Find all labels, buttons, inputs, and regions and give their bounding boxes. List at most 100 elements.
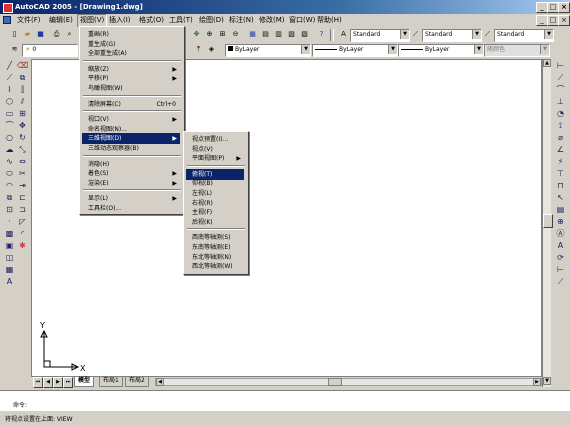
center-mark-icon[interactable]: ⊕ bbox=[555, 216, 566, 227]
diameter-dim-icon[interactable]: ⌀ bbox=[555, 132, 566, 143]
command-line[interactable]: 命令: bbox=[0, 390, 570, 410]
chamfer-icon[interactable]: ◸ bbox=[17, 216, 28, 227]
design-center-icon[interactable]: ▤ bbox=[259, 28, 272, 41]
hscroll-thumb[interactable] bbox=[328, 378, 342, 386]
leader-icon[interactable]: ↖ bbox=[555, 192, 566, 203]
layer-select[interactable]: ☀ 0 bbox=[22, 44, 78, 57]
menu-file[interactable]: 文件(F) bbox=[15, 14, 43, 26]
make-current-icon[interactable]: ⤒ bbox=[192, 43, 205, 56]
linear-dim-icon[interactable]: ⊢ bbox=[555, 60, 566, 71]
linetype-select[interactable]: ByLayer ▼ bbox=[312, 44, 398, 57]
revision-cloud-icon[interactable]: ☁ bbox=[4, 144, 15, 155]
prev-tab-icon[interactable]: ◀ bbox=[43, 377, 53, 388]
sheet-set-icon[interactable]: ▧ bbox=[285, 28, 298, 41]
menu-modify[interactable]: 修改(M) bbox=[257, 14, 287, 26]
dim-style-icon[interactable]: ⟋ bbox=[409, 28, 422, 41]
view3d-menu-item[interactable]: 平面视图(P) ▶ bbox=[186, 153, 244, 164]
scroll-up-icon[interactable]: ▲ bbox=[543, 59, 551, 67]
layer-manager-icon[interactable]: ≋ bbox=[8, 43, 21, 56]
markup-icon[interactable]: ▨ bbox=[298, 28, 311, 41]
properties-icon[interactable]: ▦ bbox=[246, 28, 259, 41]
insert-block-icon[interactable]: ⧉ bbox=[4, 192, 15, 203]
tab-model[interactable]: 模型 bbox=[74, 377, 95, 387]
tab-layout1[interactable]: 布局1 bbox=[99, 377, 123, 387]
document-icon[interactable] bbox=[3, 16, 11, 24]
break-icon[interactable]: ⊏ bbox=[17, 192, 28, 203]
view-menu-item[interactable]: 三维动态观察器(B) bbox=[82, 143, 180, 154]
spline-icon[interactable]: ∿ bbox=[4, 156, 15, 167]
view-menu-item[interactable]: 渲染(E) ▶ bbox=[82, 178, 180, 189]
dim-text-edit-icon[interactable]: A bbox=[555, 240, 566, 251]
zoom-window-icon[interactable]: ⊞ bbox=[216, 28, 229, 41]
menu-window[interactable]: 窗口(W) bbox=[287, 14, 317, 26]
horizontal-scrollbar[interactable]: ◀ ▶ bbox=[155, 378, 542, 386]
plot-icon[interactable]: ⎙ bbox=[50, 28, 63, 41]
construction-line-icon[interactable]: ⟋ bbox=[4, 72, 15, 83]
trim-icon[interactable]: ✂ bbox=[17, 168, 28, 179]
point-icon[interactable]: · bbox=[4, 216, 15, 227]
explode-icon[interactable]: ✱ bbox=[17, 240, 28, 251]
scroll-right-icon[interactable]: ▶ bbox=[533, 378, 541, 386]
dim-style-icon[interactable]: ⊢ bbox=[555, 264, 566, 275]
rotate-icon[interactable]: ↻ bbox=[17, 132, 28, 143]
menu-help[interactable]: 帮助(H) bbox=[315, 14, 344, 26]
table-icon[interactable]: ▦ bbox=[4, 264, 15, 275]
scale-icon[interactable]: ⤡ bbox=[17, 144, 28, 155]
hatch-icon[interactable]: ▩ bbox=[4, 228, 15, 239]
rectangle-icon[interactable]: ▭ bbox=[4, 108, 15, 119]
continue-dim-icon[interactable]: ⊓ bbox=[555, 180, 566, 191]
text-style-icon[interactable]: A bbox=[337, 28, 350, 41]
dim-edit-icon[interactable]: Ⓐ bbox=[555, 228, 566, 239]
ordinate-dim-icon[interactable]: ⊥ bbox=[555, 96, 566, 107]
menu-format[interactable]: 格式(O) bbox=[137, 14, 166, 26]
menu-draw[interactable]: 绘图(D) bbox=[197, 14, 226, 26]
angular-dim-icon[interactable]: ∠ bbox=[555, 144, 566, 155]
table-style-icon[interactable]: ⟋ bbox=[481, 28, 494, 41]
tab-layout2[interactable]: 布局2 bbox=[125, 377, 149, 387]
scroll-down-icon[interactable]: ▼ bbox=[543, 377, 551, 385]
polyline-icon[interactable]: ⌇ bbox=[4, 84, 15, 95]
view-menu-item[interactable]: 工具栏(O)... bbox=[82, 203, 180, 214]
view-menu-item[interactable]: 全部重生成(A) bbox=[82, 48, 180, 59]
erase-icon[interactable]: ⌫ bbox=[17, 60, 28, 71]
dim-update-icon[interactable]: ⟳ bbox=[555, 252, 566, 263]
table-style-select[interactable]: Standard ▼ bbox=[494, 29, 554, 42]
join-icon[interactable]: ⊐ bbox=[17, 204, 28, 215]
arc-length-icon[interactable]: ⌒ bbox=[555, 84, 566, 95]
tolerance-icon[interactable]: ▤ bbox=[555, 204, 566, 215]
layer-previous-icon[interactable]: ◈ bbox=[205, 43, 218, 56]
region-icon[interactable]: ◫ bbox=[4, 252, 15, 263]
copy-icon[interactable]: ⧉ bbox=[17, 72, 28, 83]
polygon-icon[interactable]: ⬡ bbox=[4, 96, 15, 107]
text-style-select[interactable]: Standard ▼ bbox=[350, 29, 410, 42]
help-icon[interactable]: ? bbox=[315, 28, 328, 41]
fillet-icon[interactable]: ◜ bbox=[17, 228, 28, 239]
line-icon[interactable]: ╱ bbox=[4, 60, 15, 71]
save-icon[interactable]: ■ bbox=[34, 28, 47, 41]
radius-dim-icon[interactable]: ◔ bbox=[555, 108, 566, 119]
quick-dim-icon[interactable]: ⚡ bbox=[555, 156, 566, 167]
menu-insert[interactable]: 插入(I) bbox=[107, 14, 133, 26]
circle-icon[interactable]: ○ bbox=[4, 132, 15, 143]
next-tab-icon[interactable]: ▶ bbox=[53, 377, 63, 388]
ellipse-icon[interactable]: ⬭ bbox=[4, 168, 15, 179]
multiline-text-icon[interactable]: A bbox=[4, 276, 15, 287]
jogged-dim-icon[interactable]: ⟟ bbox=[555, 120, 566, 131]
doc-close-button[interactable]: × bbox=[558, 15, 570, 26]
color-select[interactable]: ByLayer ▼ bbox=[225, 44, 311, 57]
menu-tools[interactable]: 工具(T) bbox=[167, 14, 195, 26]
close-button[interactable]: × bbox=[558, 2, 570, 13]
move-icon[interactable]: ✥ bbox=[17, 120, 28, 131]
scrollbar-thumb[interactable] bbox=[543, 214, 553, 228]
preview-icon[interactable]: ⌕ bbox=[63, 28, 76, 41]
extend-icon[interactable]: ⇥ bbox=[17, 180, 28, 191]
new-icon[interactable]: ▯ bbox=[8, 28, 21, 41]
last-tab-icon[interactable]: ⏭ bbox=[63, 377, 73, 388]
make-block-icon[interactable]: ⊡ bbox=[4, 204, 15, 215]
mirror-icon[interactable]: ⫿ bbox=[17, 84, 28, 95]
gradient-icon[interactable]: ▣ bbox=[4, 240, 15, 251]
dim-style-select[interactable]: Standard ▼ bbox=[422, 29, 482, 42]
pan-icon[interactable]: ✥ bbox=[190, 28, 203, 41]
menu-edit[interactable]: 编辑(E) bbox=[47, 14, 75, 26]
first-tab-icon[interactable]: ⏮ bbox=[33, 377, 43, 388]
